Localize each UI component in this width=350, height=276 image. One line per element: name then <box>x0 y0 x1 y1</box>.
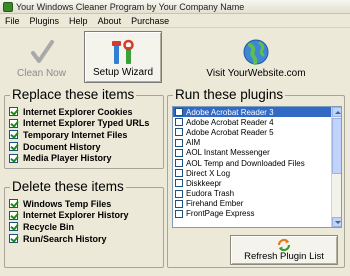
plugin-items: Adobe Acrobat Reader 3 Adobe Acrobat Read… <box>173 107 333 219</box>
scroll-down-arrow[interactable] <box>332 217 341 227</box>
delete-checkbox-row[interactable]: Run/Search History <box>9 233 129 245</box>
replace-items-group: Replace these items Internet Explorer Co… <box>4 87 164 169</box>
setup-wizard-label: Setup Wizard <box>92 67 154 78</box>
replace-item-label: Internet Explorer Cookies <box>23 106 133 117</box>
replace-items-title: Replace these items <box>10 87 137 103</box>
app-icon <box>3 1 13 12</box>
checkbox[interactable] <box>9 107 18 117</box>
checkbox[interactable] <box>175 169 183 178</box>
plugins-group: Run these plugins Adobe Acrobat Reader 3… <box>167 87 345 268</box>
visit-website-label: Visit YourWebsite.com <box>206 68 306 79</box>
plugin-list-item[interactable]: AOL Temp and Downloaded Files <box>173 158 333 168</box>
checkbox[interactable] <box>175 209 183 218</box>
plugin-list[interactable]: Adobe Acrobat Reader 3 Adobe Acrobat Read… <box>172 106 342 228</box>
clean-now-button[interactable]: Clean Now <box>4 31 79 83</box>
checkbox[interactable] <box>9 210 18 220</box>
menu-bar: File Plugins Help About Purchase <box>0 14 350 28</box>
replace-checkbox-row[interactable]: Temporary Internet Files <box>9 129 149 141</box>
replace-item-label: Internet Explorer Typed URLs <box>23 118 150 129</box>
plugin-list-item[interactable]: FrontPage Express <box>173 209 333 219</box>
menu-help[interactable]: Help <box>64 14 93 28</box>
plugin-list-item[interactable]: Direct X Log <box>173 168 333 178</box>
menu-about[interactable]: About <box>93 14 127 28</box>
plugin-label: Diskkeepr <box>186 178 222 188</box>
checkbox[interactable] <box>175 108 183 117</box>
plugin-list-item[interactable]: AOL Instant Messenger <box>173 148 333 158</box>
checkbox[interactable] <box>175 179 183 188</box>
plugin-list-item[interactable]: Eudora Trash <box>173 189 333 199</box>
clean-now-label: Clean Now <box>17 68 66 79</box>
plugin-list-item[interactable]: Diskkeepr <box>173 178 333 188</box>
plugin-label: Direct X Log <box>186 168 231 178</box>
delete-items-group: Delete these items Windows Temp Files Int… <box>4 179 164 268</box>
window-title: Your Windows Cleaner Program by Your Com… <box>16 1 245 12</box>
setup-wizard-button[interactable]: Setup Wizard <box>84 31 162 83</box>
scroll-up-arrow[interactable] <box>332 107 341 117</box>
delete-item-label: Run/Search History <box>23 233 107 244</box>
delete-checkbox-row[interactable]: Internet Explorer History <box>9 210 129 222</box>
plugin-label: AOL Temp and Downloaded Files <box>186 158 305 168</box>
replace-checkbox-row[interactable]: Media Player History <box>9 152 149 164</box>
plugin-label: Adobe Acrobat Reader 4 <box>186 117 274 127</box>
checkmark-icon <box>30 40 54 63</box>
checkbox[interactable] <box>175 189 183 198</box>
checkbox[interactable] <box>175 148 183 157</box>
checkbox[interactable] <box>9 199 18 209</box>
plugin-list-scrollbar[interactable] <box>331 107 341 227</box>
delete-checkbox-row[interactable]: Windows Temp Files <box>9 198 129 210</box>
checkbox[interactable] <box>175 138 183 147</box>
delete-items-title: Delete these items <box>10 179 126 195</box>
refresh-icon <box>277 238 291 252</box>
menu-plugins[interactable]: Plugins <box>25 14 65 28</box>
refresh-plugin-list-button[interactable]: Refresh Plugin List <box>230 235 338 265</box>
plugin-label: AOL Instant Messenger <box>186 148 270 158</box>
replace-items-list: Internet Explorer Cookies Internet Explor… <box>9 106 149 164</box>
replace-item-label: Document History <box>23 141 101 152</box>
menu-purchase[interactable]: Purchase <box>126 14 174 28</box>
delete-item-label: Windows Temp Files <box>23 198 112 209</box>
plugin-list-item[interactable]: Adobe Acrobat Reader 3 <box>173 107 333 118</box>
plugin-label: Adobe Acrobat Reader 3 <box>186 107 274 117</box>
plugin-list-item[interactable]: Adobe Acrobat Reader 5 <box>173 127 333 137</box>
checkbox[interactable] <box>9 142 18 152</box>
delete-items-list: Windows Temp Files Internet Explorer Hist… <box>9 198 129 244</box>
scroll-thumb[interactable] <box>332 118 341 174</box>
plugin-label: AIM <box>186 138 201 148</box>
delete-item-label: Internet Explorer History <box>23 210 129 221</box>
checkbox[interactable] <box>175 118 183 127</box>
globe-icon <box>243 39 269 65</box>
replace-checkbox-row[interactable]: Document History <box>9 141 149 153</box>
visit-website-button[interactable]: Visit YourWebsite.com <box>167 31 345 83</box>
replace-checkbox-row[interactable]: Internet Explorer Typed URLs <box>9 118 149 130</box>
checkbox[interactable] <box>175 128 183 137</box>
checkbox[interactable] <box>175 199 183 208</box>
checkbox[interactable] <box>9 234 18 244</box>
replace-item-label: Temporary Internet Files <box>23 129 128 140</box>
checkbox[interactable] <box>9 118 18 128</box>
plugins-title: Run these plugins <box>173 87 286 103</box>
replace-checkbox-row[interactable]: Internet Explorer Cookies <box>9 106 149 118</box>
plugin-list-item[interactable]: Firehand Ember <box>173 199 333 209</box>
plugin-label: FrontPage Express <box>186 209 255 219</box>
delete-item-label: Recycle Bin <box>23 221 75 232</box>
replace-item-label: Media Player History <box>23 153 112 164</box>
checkbox[interactable] <box>175 159 183 168</box>
plugin-list-item[interactable]: AIM <box>173 138 333 148</box>
checkbox[interactable] <box>9 153 18 163</box>
checkbox[interactable] <box>9 222 18 232</box>
plugin-list-item[interactable]: Adobe Acrobat Reader 4 <box>173 117 333 127</box>
tools-icon <box>112 39 134 64</box>
title-bar: Your Windows Cleaner Program by Your Com… <box>0 0 350 14</box>
plugin-label: Adobe Acrobat Reader 5 <box>186 127 274 137</box>
checkbox[interactable] <box>9 130 18 140</box>
delete-checkbox-row[interactable]: Recycle Bin <box>9 221 129 233</box>
menu-file[interactable]: File <box>0 14 25 28</box>
plugin-label: Eudora Trash <box>186 189 235 199</box>
plugin-label: Firehand Ember <box>186 199 244 209</box>
